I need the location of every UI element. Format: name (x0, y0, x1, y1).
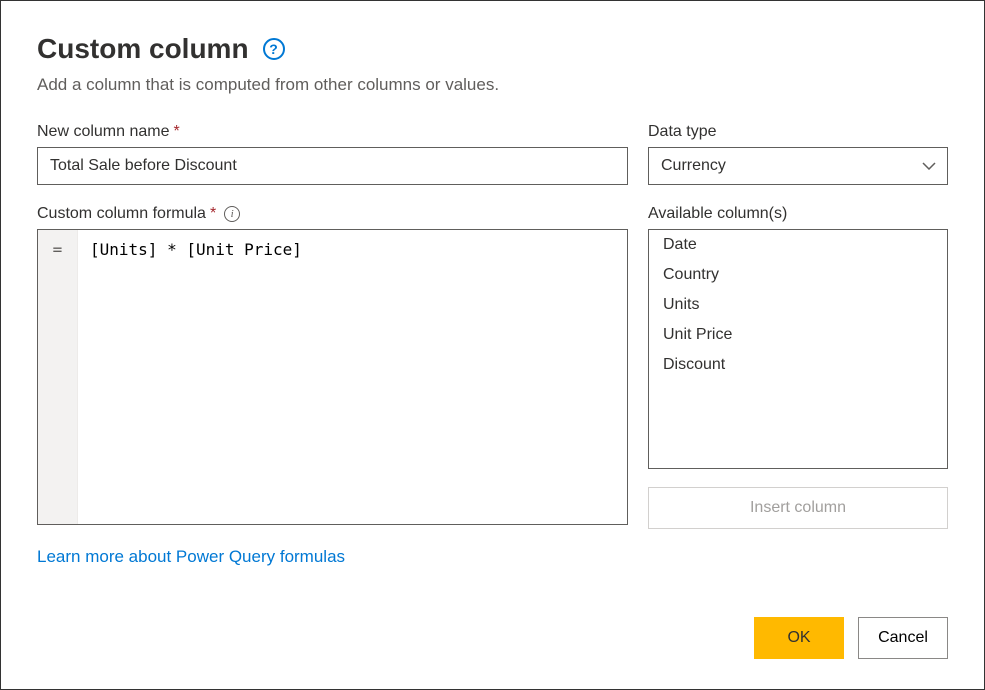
cancel-button[interactable]: Cancel (858, 617, 948, 659)
required-asterisk: * (210, 205, 216, 223)
data-type-label: Data type (648, 123, 948, 141)
help-icon[interactable]: ? (263, 38, 285, 60)
new-column-name-label-text: New column name (37, 123, 170, 141)
form-row-bottom: Custom column formula * i = Learn more a… (37, 205, 948, 567)
title-row: Custom column ? (37, 33, 948, 65)
custom-column-dialog: Custom column ? Add a column that is com… (0, 0, 985, 690)
new-column-name-label: New column name * (37, 123, 628, 141)
required-asterisk: * (174, 123, 180, 141)
available-columns-list: Date Country Units Unit Price Discount (648, 229, 948, 469)
ok-button[interactable]: OK (754, 617, 844, 659)
new-column-name-input[interactable] (37, 147, 628, 185)
formula-editor[interactable]: = (37, 229, 628, 525)
list-item[interactable]: Unit Price (649, 320, 947, 350)
formula-label: Custom column formula * i (37, 205, 628, 223)
dialog-subtitle: Add a column that is computed from other… (37, 75, 948, 95)
available-columns-label: Available column(s) (648, 205, 948, 223)
learn-more-link[interactable]: Learn more about Power Query formulas (37, 547, 345, 567)
data-type-select[interactable] (648, 147, 948, 185)
info-icon[interactable]: i (224, 206, 240, 222)
form-row-top: New column name * Data type (37, 123, 948, 185)
list-item[interactable]: Date (649, 230, 947, 260)
list-item[interactable]: Country (649, 260, 947, 290)
insert-column-button[interactable]: Insert column (648, 487, 948, 529)
formula-label-text: Custom column formula (37, 205, 206, 223)
list-item[interactable]: Units (649, 290, 947, 320)
dialog-title: Custom column (37, 33, 249, 65)
formula-gutter: = (38, 230, 78, 524)
dialog-buttons: OK Cancel (754, 617, 948, 659)
formula-input[interactable] (78, 230, 627, 524)
list-item[interactable]: Discount (649, 350, 947, 380)
